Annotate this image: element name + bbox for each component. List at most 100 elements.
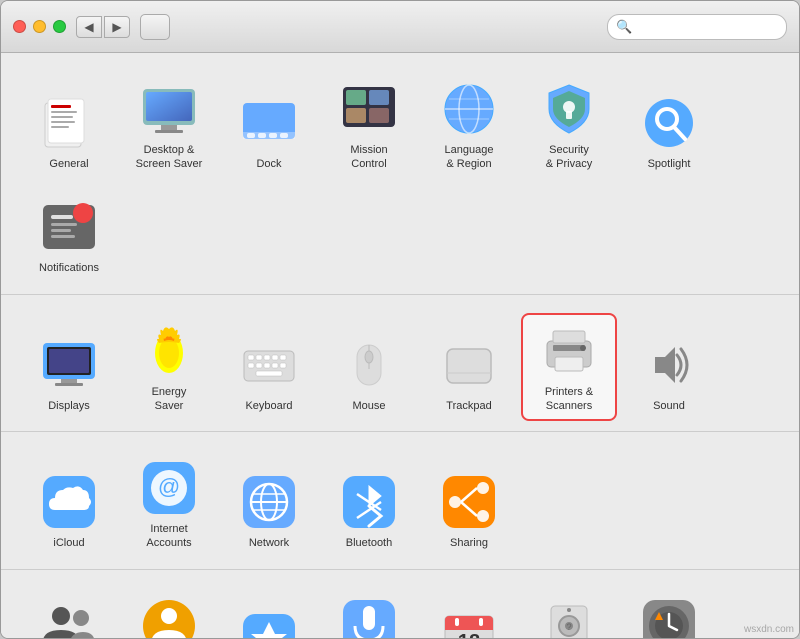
- icon-item-app-store[interactable]: App Store: [221, 588, 317, 638]
- icon-item-bluetooth[interactable]: Bluetooth: [321, 450, 417, 559]
- icons-grid-internet: iCloud @ InternetAccounts Network Blueto…: [21, 450, 779, 559]
- bluetooth-icon: [341, 474, 397, 530]
- notifications-icon: [41, 199, 97, 255]
- security-privacy-icon: [541, 81, 597, 137]
- icon-item-dictation-speech[interactable]: Dictation& Speech: [321, 588, 417, 638]
- notifications-label: Notifications: [39, 261, 99, 275]
- icon-item-mission-control[interactable]: MissionControl: [321, 71, 417, 180]
- network-icon: [241, 474, 297, 530]
- icon-item-dock[interactable]: Dock: [221, 71, 317, 180]
- icon-item-icloud[interactable]: iCloud: [21, 450, 117, 559]
- language-region-label: Language& Region: [445, 143, 494, 172]
- back-button[interactable]: ◀: [76, 16, 102, 38]
- section-personal: General Desktop &Screen Saver Dock Missi…: [1, 53, 799, 294]
- dictation-speech-icon: [341, 598, 397, 638]
- energy-saver-label: EnergySaver: [152, 385, 187, 414]
- search-bar[interactable]: 🔍: [607, 14, 787, 40]
- section-system: Users &Groups ParentalControls App Store…: [1, 569, 799, 638]
- watermark: wsxdn.com: [744, 624, 794, 635]
- internet-accounts-icon: @: [141, 460, 197, 516]
- icon-item-network[interactable]: Network: [221, 450, 317, 559]
- time-machine-icon: [641, 598, 697, 638]
- svg-text:@: @: [158, 474, 180, 499]
- search-icon: 🔍: [616, 19, 632, 35]
- network-label: Network: [249, 536, 289, 550]
- sharing-label: Sharing: [450, 536, 488, 550]
- trackpad-icon: [441, 337, 497, 393]
- desktop-screensaver-label: Desktop &Screen Saver: [136, 143, 203, 172]
- section-internet: iCloud @ InternetAccounts Network Blueto…: [1, 431, 799, 569]
- icon-item-parental-controls[interactable]: ParentalControls: [121, 588, 217, 638]
- icon-item-spotlight[interactable]: Spotlight: [621, 71, 717, 180]
- icon-item-date-time[interactable]: 18 Date & Time: [421, 588, 517, 638]
- dock-label: Dock: [256, 157, 281, 171]
- icon-item-mouse[interactable]: Mouse: [321, 313, 417, 422]
- language-region-icon: [441, 81, 497, 137]
- svg-text:?: ?: [566, 622, 571, 632]
- section-hardware: Displays EnergySaver Keyboard Mouse T: [1, 294, 799, 432]
- svg-text:18: 18: [458, 631, 480, 638]
- keyboard-icon: [241, 337, 297, 393]
- traffic-lights: [13, 20, 66, 33]
- sound-icon: [641, 337, 697, 393]
- icon-item-energy-saver[interactable]: EnergySaver: [121, 313, 217, 422]
- users-groups-icon: [41, 598, 97, 638]
- spotlight-icon: [641, 95, 697, 151]
- mission-control-label: MissionControl: [350, 143, 387, 172]
- icon-item-desktop-screensaver[interactable]: Desktop &Screen Saver: [121, 71, 217, 180]
- show-all-button[interactable]: [140, 14, 170, 40]
- printers-scanners-label: Printers &Scanners: [545, 385, 593, 414]
- icons-grid-personal: General Desktop &Screen Saver Dock Missi…: [21, 71, 779, 284]
- keyboard-label: Keyboard: [245, 399, 292, 413]
- icon-item-trackpad[interactable]: Trackpad: [421, 313, 517, 422]
- app-store-icon: [241, 612, 297, 638]
- trackpad-label: Trackpad: [446, 399, 491, 413]
- spotlight-label: Spotlight: [648, 157, 691, 171]
- printers-scanners-icon: [541, 323, 597, 379]
- icon-item-keyboard[interactable]: Keyboard: [221, 313, 317, 422]
- mouse-label: Mouse: [352, 399, 385, 413]
- bluetooth-label: Bluetooth: [346, 536, 392, 550]
- icons-grid-hardware: Displays EnergySaver Keyboard Mouse T: [21, 313, 779, 422]
- icon-item-language-region[interactable]: Language& Region: [421, 71, 517, 180]
- icon-item-time-machine[interactable]: TimeMachine: [621, 588, 717, 638]
- icon-item-displays[interactable]: Displays: [21, 313, 117, 422]
- close-button[interactable]: [13, 20, 26, 33]
- icloud-label: iCloud: [53, 536, 84, 550]
- displays-icon: [41, 337, 97, 393]
- icon-item-notifications[interactable]: Notifications: [21, 184, 117, 284]
- preferences-content: General Desktop &Screen Saver Dock Missi…: [1, 53, 799, 638]
- icon-item-sharing[interactable]: Sharing: [421, 450, 517, 559]
- icon-item-startup-disk[interactable]: ? StartupDisk: [521, 588, 617, 638]
- icon-item-general[interactable]: General: [21, 71, 117, 180]
- icon-item-sound[interactable]: Sound: [621, 313, 717, 422]
- general-label: General: [49, 157, 88, 171]
- sharing-icon: [441, 474, 497, 530]
- titlebar: ◀ ▶ 🔍: [1, 1, 799, 53]
- dock-icon: [241, 95, 297, 151]
- internet-accounts-label: InternetAccounts: [146, 522, 191, 551]
- icon-item-printers-scanners[interactable]: Printers &Scanners: [521, 313, 617, 422]
- mission-control-icon: [341, 81, 397, 137]
- icon-item-security-privacy[interactable]: Security& Privacy: [521, 71, 617, 180]
- parental-controls-icon: [141, 598, 197, 638]
- desktop-screensaver-icon: [141, 81, 197, 137]
- startup-disk-icon: ?: [541, 598, 597, 638]
- forward-button[interactable]: ▶: [104, 16, 130, 38]
- nav-buttons: ◀ ▶: [76, 16, 130, 38]
- icon-item-internet-accounts[interactable]: @ InternetAccounts: [121, 450, 217, 559]
- date-time-icon: 18: [441, 612, 497, 638]
- general-icon: [41, 95, 97, 151]
- system-preferences-window: ◀ ▶ 🔍 General Desktop &Screen Saver: [0, 0, 800, 639]
- icon-item-users-groups[interactable]: Users &Groups: [21, 588, 117, 638]
- icloud-icon: [41, 474, 97, 530]
- maximize-button[interactable]: [53, 20, 66, 33]
- displays-label: Displays: [48, 399, 90, 413]
- sound-label: Sound: [653, 399, 685, 413]
- icons-grid-system: Users &Groups ParentalControls App Store…: [21, 588, 779, 638]
- security-privacy-label: Security& Privacy: [546, 143, 592, 172]
- search-input[interactable]: [636, 19, 778, 34]
- mouse-icon: [341, 337, 397, 393]
- energy-saver-icon: [141, 323, 197, 379]
- minimize-button[interactable]: [33, 20, 46, 33]
